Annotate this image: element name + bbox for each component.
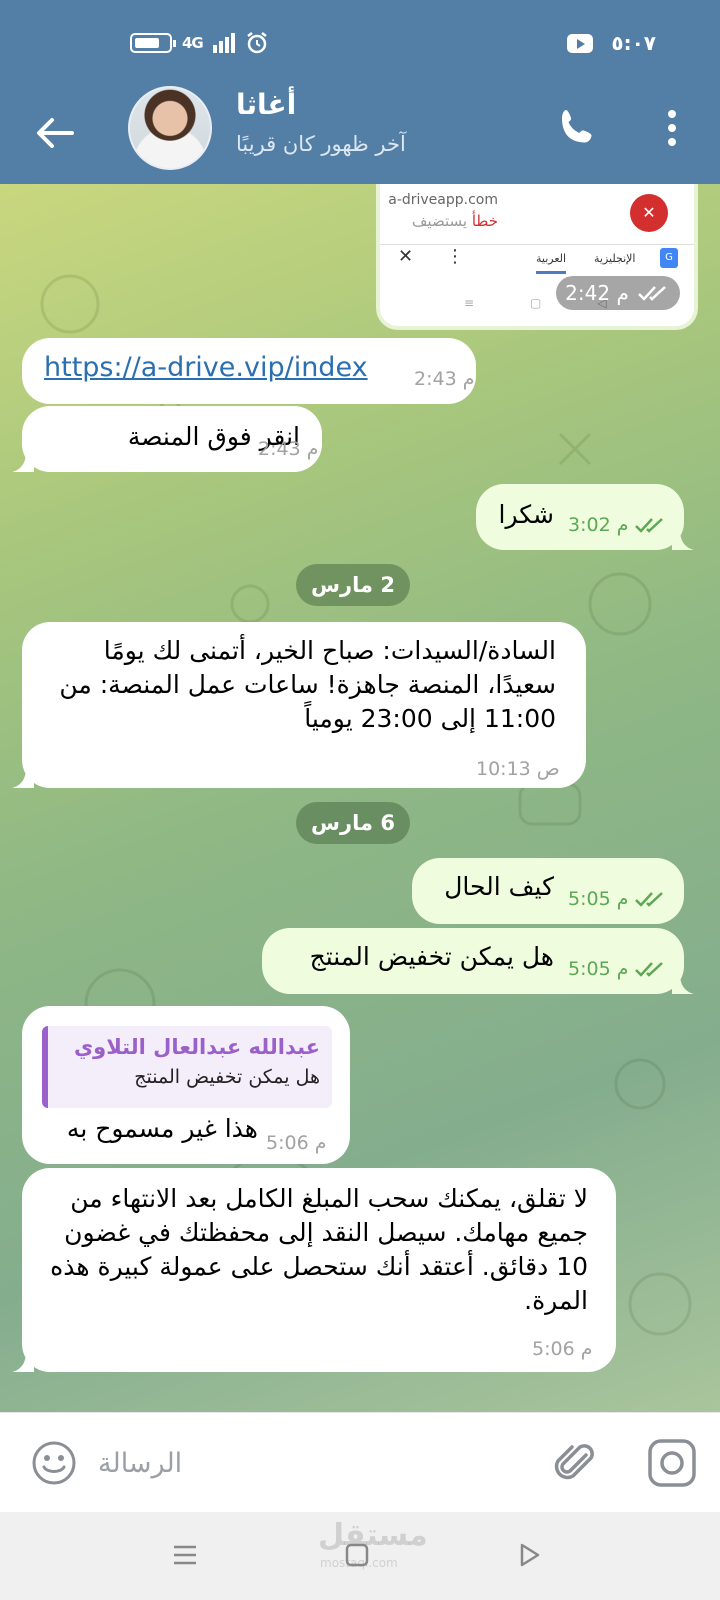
incoming-message[interactable]: السادة/السيدات: صباح الخير، أتمنى لك يوم… (12, 622, 586, 788)
message-text: هل يمكن تخفيض المنتج (309, 942, 554, 971)
camera-icon[interactable] (646, 1437, 698, 1489)
screenshot-error-rest: يستضيف (411, 212, 468, 230)
alarm-icon (247, 32, 267, 54)
message-time: 10:13 ص (476, 758, 560, 780)
screenshot-lang-target: العربية (536, 252, 567, 274)
image-message[interactable]: a-driveapp.com خطأ يستضيف ✕ ✕ ⋮ العربية … (376, 184, 698, 330)
reply-quote[interactable]: عبدالله عبدالعال التلاوي هل يمكن تخفيض ا… (42, 1026, 332, 1108)
emoji-icon[interactable] (30, 1439, 78, 1487)
reply-text: هل يمكن تخفيض المنتج (134, 1066, 320, 1088)
watermark-logo: مستقل (318, 1518, 428, 1553)
youtube-icon (567, 33, 594, 53)
translate-icon: G (660, 248, 678, 268)
bubble-tail (672, 530, 694, 550)
screenshot-error-text: خطأ يستضيف (412, 212, 498, 230)
message-time: 5:06 م (532, 1338, 593, 1360)
message-text: لا تقلق، يمكنك سحب المبلغ الكامل بعد الا… (50, 1184, 588, 1315)
message-time: 3:02 م (568, 514, 668, 536)
double-check-icon (635, 962, 664, 977)
message-time-text: 2:42 م (565, 281, 629, 305)
attach-icon[interactable] (552, 1439, 600, 1487)
message-time: 5:06 م (266, 1132, 327, 1154)
message-text: السادة/السيدات: صباح الخير، أتمنى لك يوم… (59, 636, 556, 733)
message-text: كيف الحال (444, 872, 554, 901)
screenshot-x-icon: ✕ (398, 246, 414, 267)
screenshot-close-icon: ✕ (630, 194, 668, 232)
message-input[interactable] (98, 1435, 518, 1491)
screenshot-error-word: خطأ (471, 212, 498, 230)
message-time-text: 5:05 م (568, 958, 629, 980)
message-time-text: 3:02 م (568, 514, 629, 536)
status-time: ٥:٠٧ (611, 31, 656, 55)
message-time: 2:43 م (414, 368, 475, 390)
chat-header: أغاثا آخر ظهور كان قريبًا (0, 86, 720, 184)
signal-icon (212, 33, 235, 53)
home-icon[interactable] (342, 1540, 372, 1570)
status-bar: 4G ٥:٠٧ (0, 0, 720, 86)
outgoing-message[interactable]: شكرا 3:02 م (476, 484, 694, 550)
status-icons-right: ٥:٠٧ (567, 30, 656, 56)
chat-name[interactable]: أغاثا (236, 88, 296, 121)
back-arrow-icon[interactable] (30, 108, 80, 158)
message-time-text: 5:05 م (568, 888, 629, 910)
double-check-icon (635, 892, 664, 907)
screenshot-menu-icon: ⋮ (446, 246, 464, 267)
bubble-tail (12, 452, 34, 472)
screenshot-lang-source: الإنجليزية (594, 252, 636, 265)
back-icon[interactable] (514, 1540, 544, 1570)
incoming-message[interactable]: لا تقلق، يمكنك سحب المبلغ الكامل بعد الا… (12, 1168, 616, 1372)
battery-icon (130, 33, 176, 53)
bubble-tail (672, 974, 694, 994)
message-text: هذا غير مسموح به (66, 1114, 258, 1143)
date-chip: 2 مارس (296, 564, 410, 606)
message-text: شكرا (498, 500, 555, 529)
status-icons-left: 4G (130, 30, 269, 56)
message-time: 2:42 م (556, 276, 680, 310)
outgoing-message[interactable]: كيف الحال 5:05 م (412, 858, 684, 924)
incoming-message[interactable]: انقر فوق المنصة 2:43 م (12, 406, 322, 472)
screenshot-divider (380, 244, 694, 245)
screenshot-url: a-driveapp.com (388, 192, 498, 208)
outgoing-message[interactable]: هل يمكن تخفيض المنتج 5:05 م (262, 928, 694, 994)
network-type: 4G (182, 34, 204, 52)
double-check-icon (637, 286, 666, 301)
reply-sender-name: عبدالله عبدالعال التلاوي (73, 1035, 320, 1059)
double-check-icon (635, 518, 664, 533)
message-link[interactable]: https://a-drive.vip/index (44, 352, 368, 383)
bubble-tail (12, 768, 34, 788)
date-chip: 6 مارس (296, 802, 410, 844)
message-composer (0, 1412, 720, 1512)
incoming-message[interactable]: عبدالله عبدالعال التلاوي هل يمكن تخفيض ا… (22, 1006, 350, 1164)
message-time: 2:43 م (258, 438, 319, 460)
phone-icon[interactable] (552, 104, 600, 152)
last-seen-status: آخر ظهور كان قريبًا (236, 132, 406, 156)
system-nav-bar: مستقل mostaql.com (0, 1512, 720, 1600)
bubble-tail (12, 1352, 34, 1372)
chat-area[interactable]: a-driveapp.com خطأ يستضيف ✕ ✕ ⋮ العربية … (0, 184, 720, 1412)
menu-icon[interactable] (170, 1540, 200, 1570)
message-time: 5:05 م (568, 888, 668, 910)
avatar[interactable] (128, 86, 212, 170)
incoming-message[interactable]: https://a-drive.vip/index 2:43 م (22, 338, 476, 404)
more-vert-icon[interactable] (648, 104, 696, 152)
message-time: 5:05 م (568, 958, 668, 980)
